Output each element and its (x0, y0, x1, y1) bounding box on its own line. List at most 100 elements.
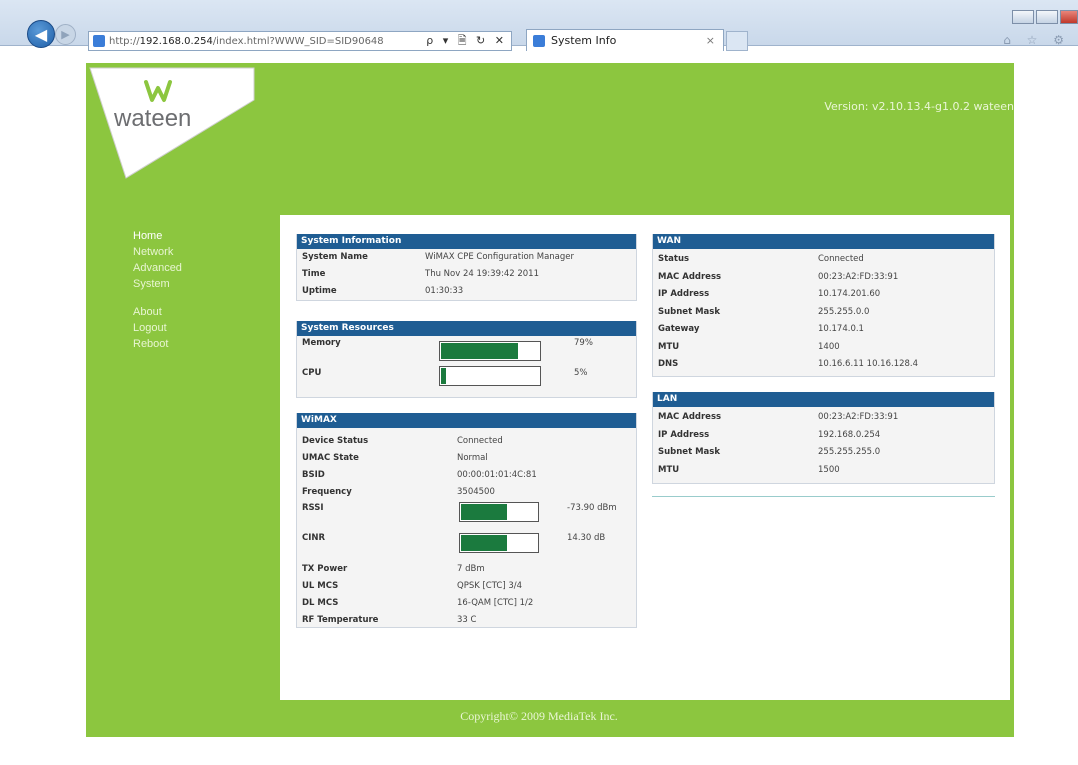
row-value: Normal (457, 453, 488, 463)
row-value: WiMAX CPE Configuration Manager (425, 252, 574, 262)
tab-system-info[interactable]: System Info × (526, 29, 724, 51)
panel-title: WiMAX (297, 413, 636, 428)
row-label: IP Address (658, 289, 710, 299)
tab-favicon-icon (533, 34, 545, 47)
row-label: DL MCS (302, 598, 339, 608)
info-row: TX Power 7 dBm (297, 561, 636, 578)
nav-home[interactable]: Home (133, 228, 182, 244)
nav-reboot[interactable]: Reboot (133, 336, 182, 352)
url-host: 192.168.0.254 (139, 35, 213, 47)
row-label: TX Power (302, 564, 348, 574)
url-prefix: http:// (109, 35, 140, 47)
cpu-value: 5% (574, 368, 588, 378)
side-nav: Home Network Advanced System About Logou… (133, 228, 182, 352)
panel-title: System Resources (297, 321, 636, 336)
address-tools-icons[interactable]: ρ ▾ 🗎 ↻ ✕ (426, 32, 507, 51)
forward-icon[interactable]: ▶ (55, 24, 76, 45)
row-value: 3504500 (457, 487, 495, 497)
wimax-panel: WiMAX Device Status Connected UMAC State No… (296, 413, 637, 628)
address-url[interactable]: http://192.168.0.254/index.html?WWW_SID=… (109, 36, 409, 47)
nav-network[interactable]: Network (133, 244, 182, 260)
row-label: Time (302, 269, 326, 279)
row-value: QPSK [CTC] 3/4 (457, 581, 523, 591)
close-window-icon[interactable] (1060, 10, 1078, 24)
divider (652, 496, 995, 497)
cpu-row: CPU 5% (297, 366, 636, 396)
row-value: 01:30:33 (425, 286, 464, 296)
url-rest: /index.html?WWW_SID=SID90648 (212, 35, 384, 47)
row-value: 16-QAM [CTC] 1/2 (457, 598, 534, 608)
row-label: Subnet Mask (658, 306, 721, 317)
row-label: Frequency (302, 487, 352, 497)
cinr-bar (459, 533, 539, 553)
cinr-bar-fill (461, 535, 507, 551)
info-row: RF Temperature 33 C (297, 612, 636, 629)
row-value: Connected (818, 254, 864, 264)
rssi-label: RSSI (302, 503, 324, 513)
row-label: MTU (658, 464, 680, 475)
row-label: Gateway (658, 324, 700, 334)
panel-title: System Information (297, 234, 636, 249)
row-value: 1400 (818, 341, 840, 352)
info-row: IP Address 192.168.0.254 (653, 427, 994, 445)
info-row: UL MCS QPSK [CTC] 3/4 (297, 578, 636, 595)
lan-panel: LAN MAC Address 00:23:A2:FD:33:91 IP Addre… (652, 392, 995, 484)
nav-logout[interactable]: Logout (133, 320, 182, 336)
info-row: DNS 10.16.6.11 10.16.128.4 (653, 356, 994, 374)
info-row: Device Status Connected (297, 433, 636, 450)
rssi-value: -73.90 dBm (567, 503, 617, 513)
rssi-bar-fill (461, 504, 507, 520)
memory-bar (439, 341, 541, 361)
row-value: 10.174.201.60 (818, 289, 881, 299)
address-bar[interactable]: http://192.168.0.254/index.html?WWW_SID=… (88, 31, 512, 51)
memory-bar-fill (441, 343, 519, 359)
window-controls (1010, 10, 1078, 24)
nav-about[interactable]: About (133, 304, 182, 320)
row-label: Status (658, 254, 690, 264)
version-text: Version: v2.10.13.4-g1.0.2 wateen (824, 100, 1014, 113)
wan-panel: WAN Status Connected MAC Address 00:23:A2:F… (652, 234, 995, 377)
info-row: Uptime 01:30:33 (297, 283, 636, 300)
row-value: 255.255.255.0 (818, 447, 881, 457)
nav-system[interactable]: System (133, 276, 182, 292)
new-tab-button[interactable] (726, 31, 748, 51)
row-label: UMAC State (302, 453, 359, 463)
maximize-icon[interactable] (1036, 10, 1058, 24)
rssi-bar (459, 502, 539, 522)
info-row: Gateway 10.174.0.1 (653, 321, 994, 339)
cinr-row: CINR 14.30 dB (297, 528, 636, 561)
row-value: 33 C (457, 615, 477, 625)
info-row: Status Connected (653, 251, 994, 269)
info-row: System Name WiMAX CPE Configuration Manag… (297, 249, 636, 266)
cpu-bar-fill (441, 368, 446, 384)
row-value: 00:23:A2:FD:33:91 (818, 271, 899, 282)
info-row: IP Address 10.174.201.60 (653, 286, 994, 304)
nav-advanced[interactable]: Advanced (133, 260, 182, 276)
panel-title: LAN (653, 392, 994, 407)
minimize-icon[interactable] (1012, 10, 1034, 24)
info-row: MAC Address 00:23:A2:FD:33:91 (653, 409, 994, 427)
info-row: BSID 00:00:01:01:4C:81 (297, 467, 636, 484)
logo-text: wateen (113, 105, 191, 132)
memory-label: Memory (302, 338, 341, 348)
cpu-bar (439, 366, 541, 386)
row-label: System Name (302, 252, 368, 262)
info-row: MTU 1500 (653, 462, 994, 480)
row-label: Device Status (302, 436, 369, 446)
row-value: Thu Nov 24 19:39:42 2011 (425, 269, 539, 279)
tab-close-icon[interactable]: × (706, 34, 715, 47)
info-row: UMAC State Normal (297, 450, 636, 467)
row-value: 192.168.0.254 (818, 429, 881, 440)
browser-toolbar-icons[interactable]: ⌂ ☆ ⚙ (1003, 33, 1070, 47)
row-label: MAC Address (658, 271, 722, 282)
row-value: 1500 (818, 464, 840, 475)
row-value: 10.16.6.11 10.16.128.4 (818, 359, 919, 369)
info-row: MTU 1400 (653, 339, 994, 357)
cpu-label: CPU (302, 368, 322, 378)
back-icon[interactable]: ◀ (27, 20, 55, 48)
row-value: Connected (457, 436, 503, 446)
browser-chrome: ◀ ▶ http://192.168.0.254/index.html?WWW_… (0, 0, 1078, 51)
row-label: Uptime (302, 286, 337, 296)
copyright: Copyright© 2009 MediaTek Inc. (460, 709, 618, 723)
memory-row: Memory 79% (297, 336, 636, 366)
